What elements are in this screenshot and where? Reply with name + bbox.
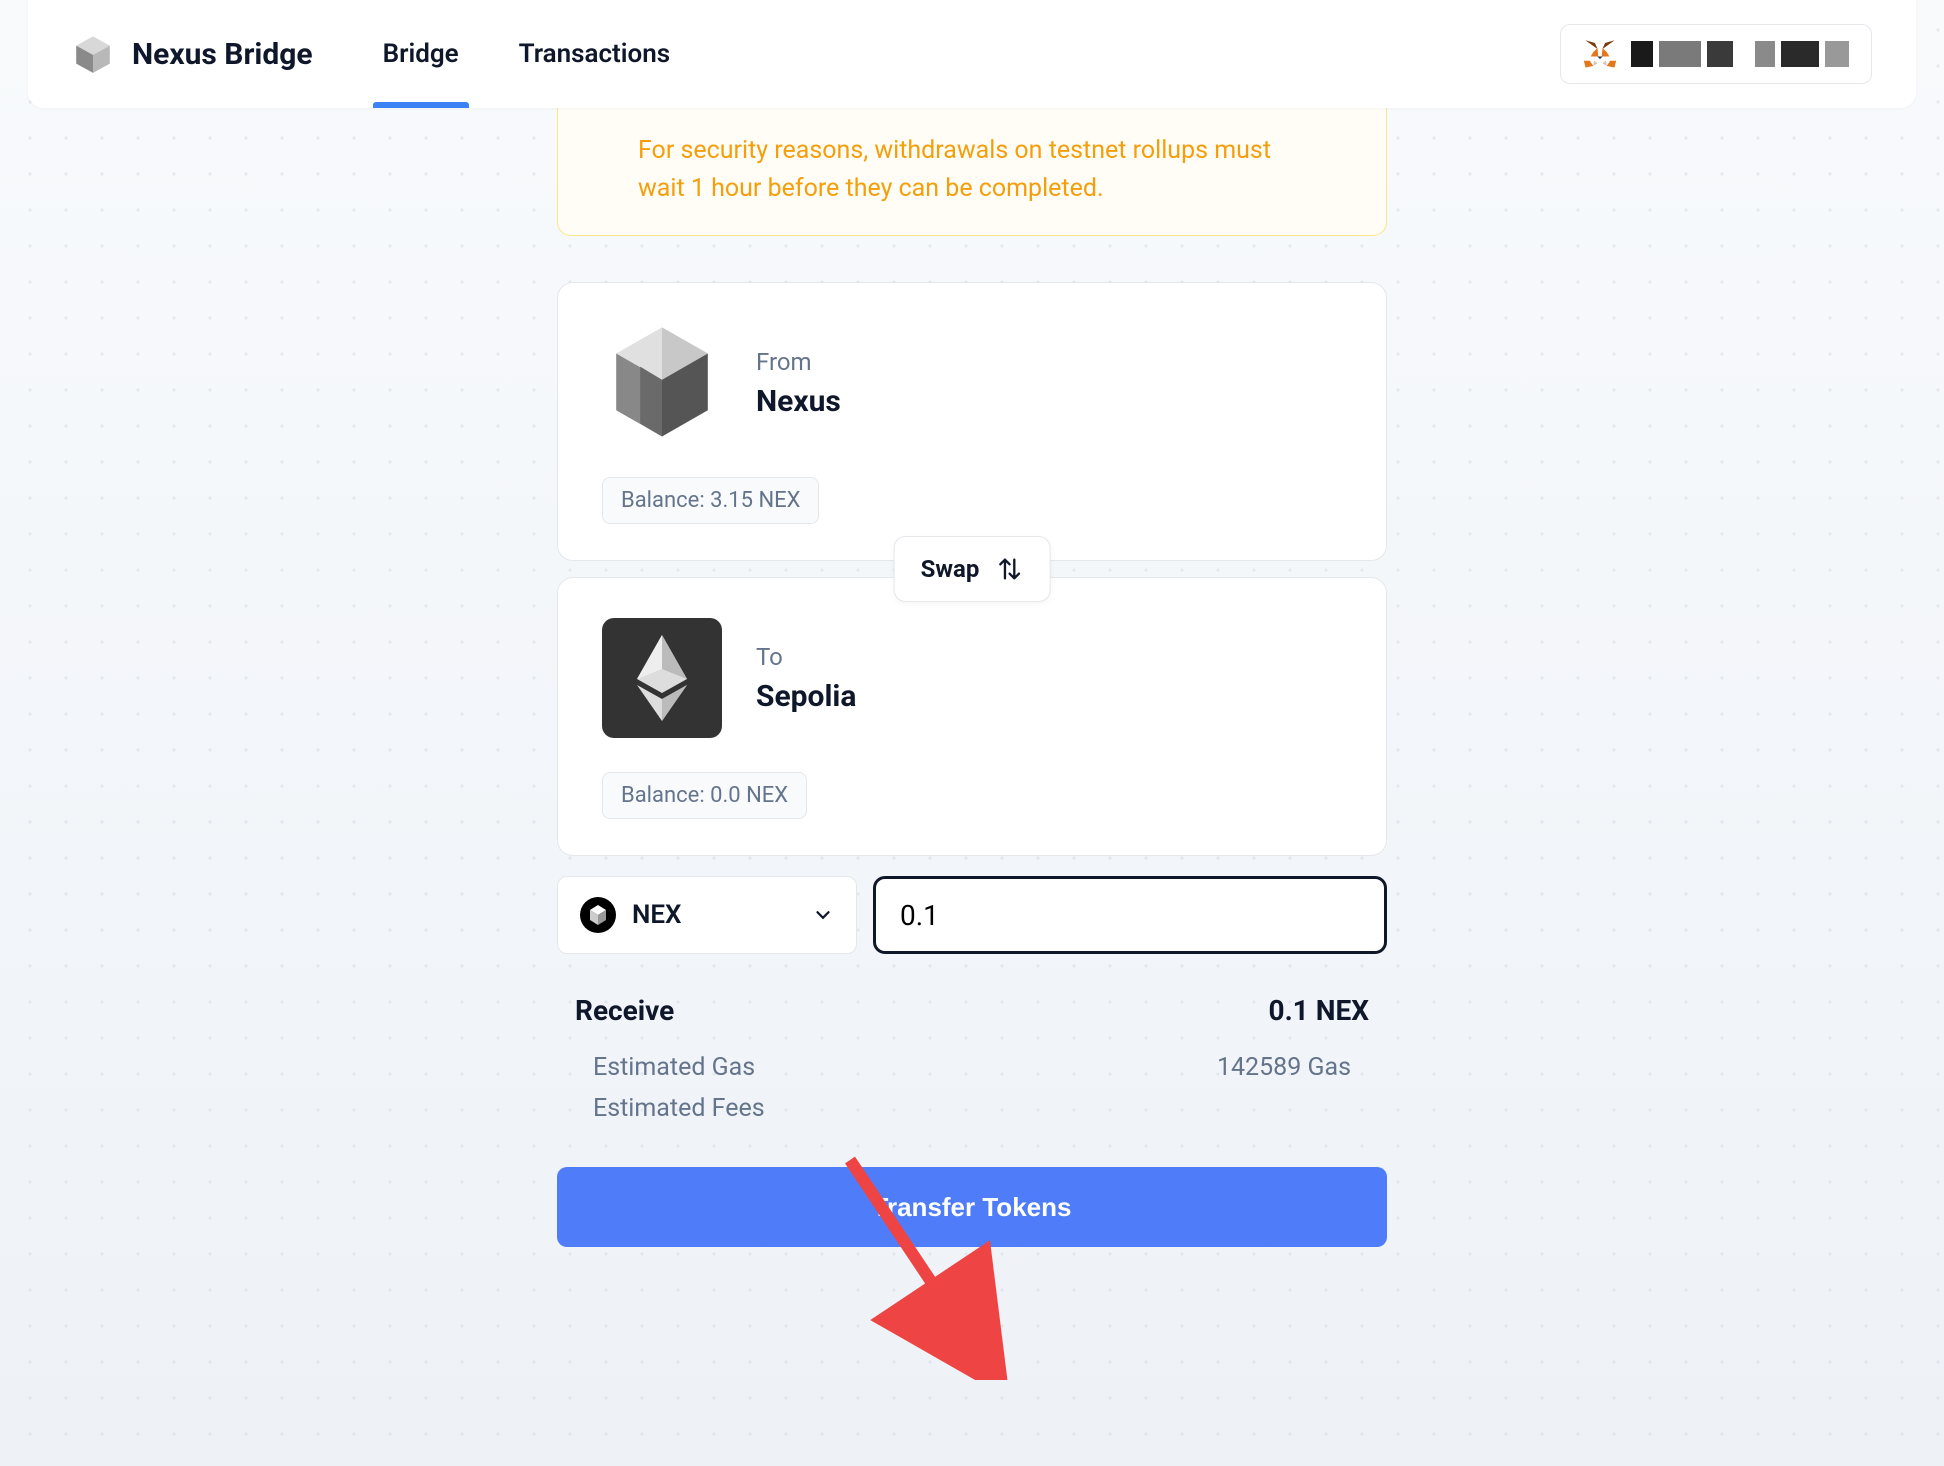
metamask-icon	[1583, 37, 1617, 71]
nav-bridge[interactable]: Bridge	[383, 0, 459, 108]
app-title: Nexus Bridge	[132, 37, 313, 72]
chevron-down-icon	[812, 904, 834, 926]
estimated-gas-value: 142589 Gas	[1217, 1053, 1351, 1082]
estimated-gas-label: Estimated Gas	[593, 1053, 755, 1082]
to-label: To	[756, 643, 856, 671]
from-chain-name: Nexus	[756, 384, 841, 419]
to-chain-card: To Sepolia Balance: 0.0 NEX	[557, 577, 1387, 856]
token-select[interactable]: NEX	[557, 876, 857, 954]
token-symbol: NEX	[632, 900, 796, 930]
transfer-button[interactable]: Transfer Tokens	[557, 1167, 1387, 1247]
token-icon	[580, 897, 616, 933]
receive-value: 0.1 NEX	[1269, 994, 1370, 1027]
security-notice: For security reasons, withdrawals on tes…	[557, 108, 1387, 236]
swap-button[interactable]: Swap	[894, 536, 1051, 602]
wallet-connect-button[interactable]	[1560, 24, 1872, 84]
to-chain-name: Sepolia	[756, 679, 856, 714]
from-balance: Balance: 3.15 NEX	[602, 477, 819, 524]
logo: Nexus Bridge	[72, 33, 313, 75]
from-chain-card: From Nexus Balance: 3.15 NEX	[557, 282, 1387, 561]
app-header: Nexus Bridge Bridge Transactions	[28, 0, 1916, 108]
main-nav: Bridge Transactions	[383, 0, 671, 108]
swap-label: Swap	[921, 555, 980, 583]
from-label: From	[756, 348, 841, 376]
estimated-fees-label: Estimated Fees	[593, 1094, 765, 1123]
amount-input[interactable]	[873, 876, 1387, 954]
swap-arrows-icon	[995, 555, 1023, 583]
nexus-chain-icon	[602, 323, 722, 443]
wallet-address-redacted	[1631, 41, 1849, 67]
nav-transactions[interactable]: Transactions	[519, 0, 671, 108]
sepolia-chain-icon	[602, 618, 722, 738]
to-balance: Balance: 0.0 NEX	[602, 772, 807, 819]
receive-label: Receive	[575, 994, 674, 1027]
logo-cube-icon	[72, 33, 114, 75]
